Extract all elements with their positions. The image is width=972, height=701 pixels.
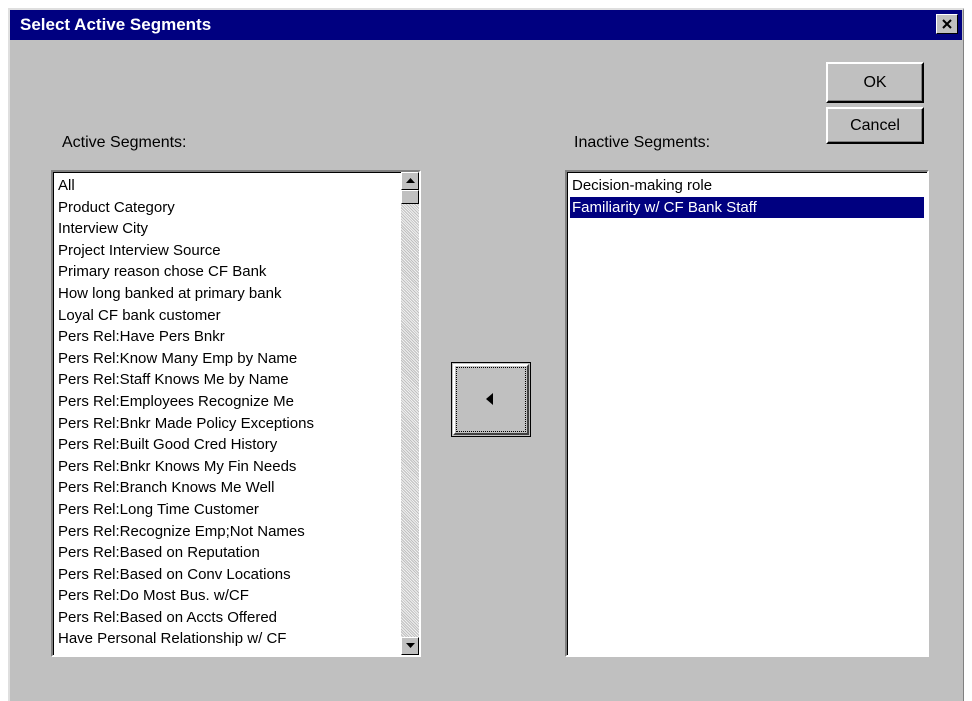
list-item[interactable]: Interview City [56,218,401,240]
list-item[interactable]: Project Interview Source [56,240,401,262]
list-item[interactable]: Pers Rel:Staff Knows Me by Name [56,369,401,391]
list-item[interactable]: Pers Rel:Based on Accts Offered [56,607,401,629]
scroll-down-button[interactable] [401,637,419,655]
inactive-segments-label: Inactive Segments: [574,134,711,151]
list-item[interactable]: Pers Rel:Bnkr Knows My Fin Needs [56,456,401,478]
scroll-thumb[interactable] [401,190,419,204]
list-item[interactable]: Pers Rel:Have Pers Bnkr [56,326,401,348]
list-item[interactable]: Pers Rel:Employees Recognize Me [56,391,401,413]
list-item[interactable]: Decision-making role [570,175,924,197]
close-button[interactable] [936,14,958,34]
title-bar[interactable]: Select Active Segments [10,10,962,40]
ok-button[interactable]: OK [826,62,924,103]
active-segments-label: Active Segments: [62,134,187,151]
active-list-scrollbar[interactable] [401,172,419,655]
move-to-active-button[interactable] [451,362,531,437]
down-arrow-icon [406,643,415,648]
list-item[interactable]: Pers Rel:Based on Conv Locations [56,564,401,586]
dialog-title: Select Active Segments [20,15,212,34]
scroll-up-button[interactable] [401,172,419,190]
list-item[interactable]: Pers Rel:Do Most Bus. w/CF [56,585,401,607]
list-item[interactable]: Product Category [56,197,401,219]
list-item[interactable]: Pers Rel:Bnkr Made Policy Exceptions [56,413,401,435]
up-arrow-icon [406,178,415,183]
left-arrow-icon [486,393,493,405]
inactive-segments-list[interactable]: Decision-making role Familiarity w/ CF B… [565,170,929,657]
active-segments-list[interactable]: All Product Category Interview City Proj… [51,170,421,657]
list-item[interactable]: Loyal CF bank customer [56,305,401,327]
select-active-segments-dialog: Select Active Segments OK Cancel Active … [8,8,964,701]
list-item[interactable]: How long banked at primary bank [56,283,401,305]
list-item[interactable]: Pers Rel:Know Many Emp by Name [56,348,401,370]
close-x-icon [942,19,952,29]
list-item[interactable]: Have Personal Relationship w/ CF [56,628,401,650]
list-item[interactable]: All [56,175,401,197]
list-item[interactable]: Primary reason chose CF Bank [56,261,401,283]
list-item-selected[interactable]: Familiarity w/ CF Bank Staff [570,196,924,219]
list-item[interactable]: Pers Rel:Based on Reputation [56,542,401,564]
list-item[interactable]: Pers Rel:Branch Knows Me Well [56,477,401,499]
cancel-button[interactable]: Cancel [826,107,924,144]
list-item[interactable]: Pers Rel:Long Time Customer [56,499,401,521]
list-item[interactable]: Pers Rel:Recognize Emp;Not Names [56,521,401,543]
list-item[interactable]: Pers Rel:Built Good Cred History [56,434,401,456]
